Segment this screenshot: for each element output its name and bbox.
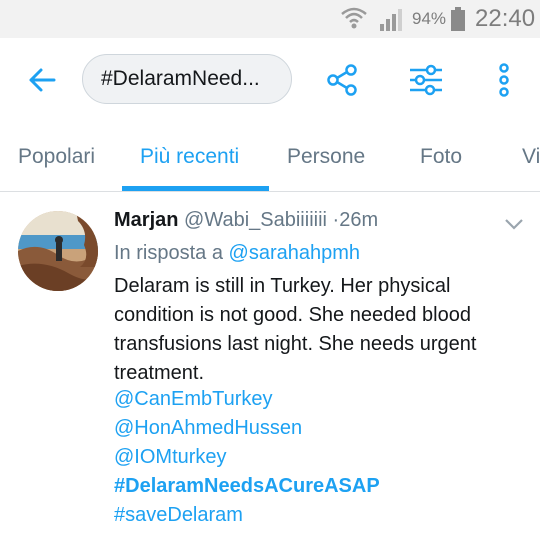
search-tabs: Popolari Più recenti Persone Foto Vi [0, 122, 540, 192]
mention-link[interactable]: @HonAhmedHussen [114, 417, 302, 440]
hashtag-link[interactable]: #DelaramNeedsACureASAP [114, 475, 380, 498]
tab-foto[interactable]: Foto [420, 145, 462, 169]
tweet-text: Delaram is still in Turkey. Her physical… [114, 272, 524, 388]
sliders-icon[interactable] [408, 62, 444, 98]
tab-persone[interactable]: Persone [287, 145, 365, 169]
share-icon[interactable] [324, 62, 360, 98]
tweet-header: Marjan @Wabi_Sabiiiiiii ·26m [114, 209, 378, 232]
tweet-text-line: condition is not good. She needed blood [114, 304, 471, 326]
battery-icon [451, 7, 465, 31]
status-time: 22:40 [475, 5, 536, 32]
reply-to-link[interactable]: @sarahahpmh [229, 242, 360, 264]
tweet-time: 26m [339, 209, 379, 231]
active-tab-indicator [122, 186, 269, 191]
wifi-icon [341, 7, 367, 29]
tweet-text-line: treatment. [114, 362, 205, 384]
mention-link[interactable]: @CanEmbTurkey [114, 388, 273, 411]
reply-prefix: In risposta a [114, 242, 223, 264]
search-input[interactable]: #DelaramNeed... [82, 54, 292, 104]
chevron-down-icon[interactable] [502, 214, 526, 234]
more-vertical-icon[interactable] [492, 62, 516, 98]
arrow-left-icon[interactable] [24, 62, 60, 98]
avatar[interactable] [18, 211, 98, 291]
mention-link[interactable]: @IOMturkey [114, 446, 227, 469]
tab-video[interactable]: Vi [522, 145, 540, 169]
reply-context: In risposta a @sarahahpmh [114, 242, 360, 265]
search-toolbar: #DelaramNeed... [0, 38, 540, 122]
tab-piu-recenti[interactable]: Più recenti [140, 145, 239, 169]
battery-percent: 94% [412, 9, 447, 28]
tweet[interactable]: Marjan @Wabi_Sabiiiiiii ·26m In risposta… [0, 192, 540, 540]
hashtag-link[interactable]: #saveDelaram [114, 504, 243, 527]
signal-icon [380, 9, 402, 31]
tweet-text-line: Delaram is still in Turkey. Her physical [114, 275, 451, 297]
status-bar: 94% 22:40 [0, 0, 540, 38]
author-handle[interactable]: @Wabi_Sabiiiiiii [184, 209, 327, 231]
tweet-text-line: transfusions last night. She needs urgen… [114, 333, 477, 355]
tab-popolari[interactable]: Popolari [18, 145, 95, 169]
author-name[interactable]: Marjan [114, 209, 178, 231]
